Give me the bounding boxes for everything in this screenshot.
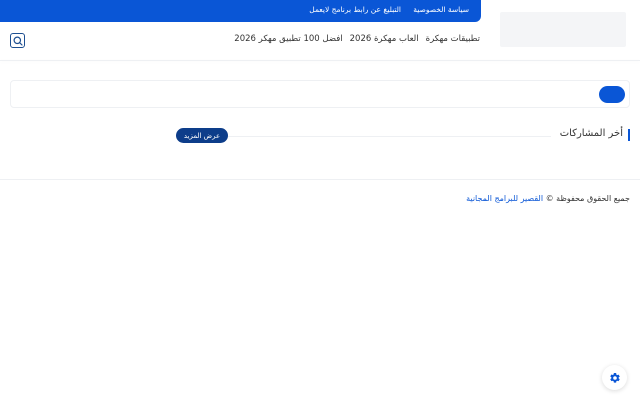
latest-posts-title: أخر المشاركات [559,128,623,139]
footer-divider [0,179,640,180]
gear-icon [609,372,620,383]
top-bar: سياسة الخصوصية التبليغ عن رابط برنامج لا… [0,0,481,22]
footer-rights-text: جميع الحقوق محفوظة © [545,194,630,203]
nav-item-modded-games[interactable]: العاب مهكرة 2026 [350,34,419,44]
search-submit-button[interactable] [599,86,625,103]
section-title-accent [628,129,630,141]
show-more-button[interactable]: عرض المزيد [176,128,228,143]
site-logo[interactable] [500,12,626,47]
search-button[interactable] [10,33,25,48]
settings-button[interactable] [602,365,627,390]
main-nav: افضل 100 تطبيق مهكر 2026 العاب مهكرة 202… [234,34,480,44]
report-broken-link[interactable]: التبليغ عن رابط برنامج لايعمل [309,5,401,14]
footer-brand-link[interactable]: القصير للبرامج المجانية [466,194,543,203]
search-bar [10,80,630,108]
search-input[interactable] [17,85,597,103]
footer-copyright: جميع الحقوق محفوظة © القصير للبرامج المج… [466,194,630,203]
privacy-policy-link[interactable]: سياسة الخصوصية [413,5,469,14]
nav-item-modded-apps[interactable]: تطبيقات مهكرة [426,34,480,44]
nav-item-top-100-apps[interactable]: افضل 100 تطبيق مهكر 2026 [234,34,342,44]
header-divider [0,60,640,61]
section-title-divider [228,136,551,137]
search-icon [13,36,23,46]
